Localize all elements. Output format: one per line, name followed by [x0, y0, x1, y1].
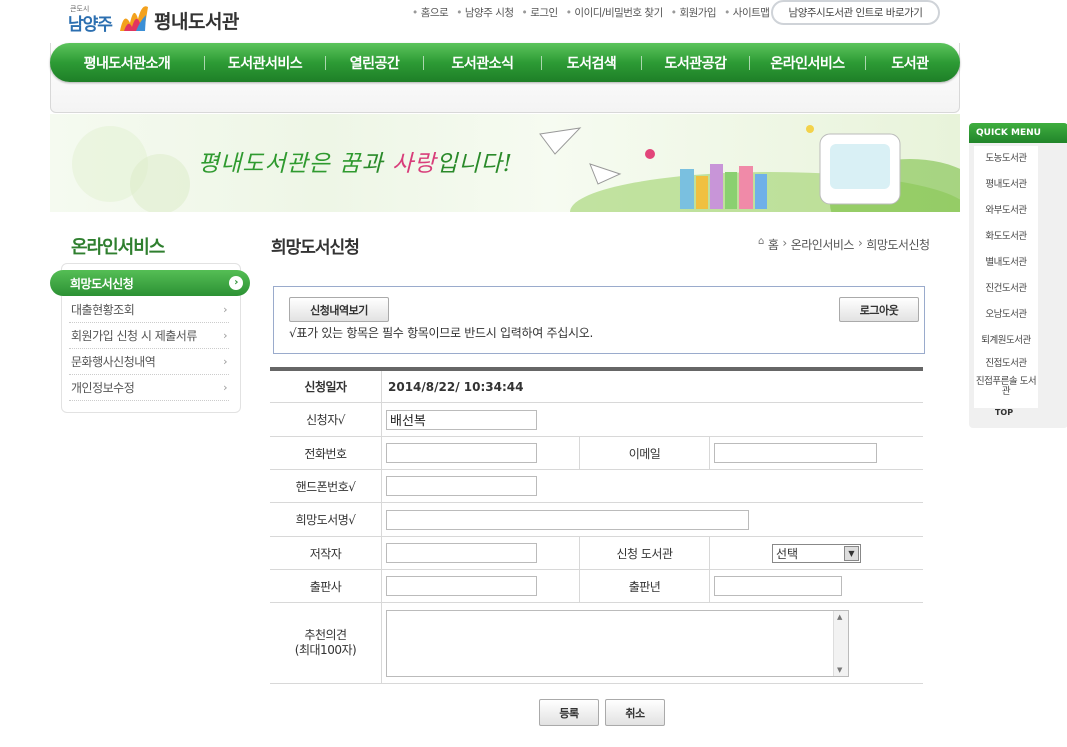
- lnb-item-event-history[interactable]: 문화행사신청내역: [69, 349, 229, 375]
- email-input[interactable]: [714, 443, 877, 463]
- quick-item-jinjeop[interactable]: 진접도서관: [974, 354, 1038, 374]
- quick-item-byeollae[interactable]: 별내도서관: [974, 250, 1038, 276]
- opinion-textarea[interactable]: ▲ ▼: [386, 609, 849, 677]
- submit-button[interactable]: 등록: [539, 699, 599, 726]
- opinion-label: 추천의견 (최대100자): [270, 603, 382, 683]
- link-login[interactable]: 로그인: [522, 5, 558, 20]
- lnb-item-loan-status[interactable]: 대출현황조회: [69, 297, 229, 323]
- required-notice: √표가 있는 항목은 필수 항목이므로 반드시 입력하여 주십시오.: [289, 326, 593, 340]
- quick-item-wabu[interactable]: 와부도서관: [974, 198, 1038, 224]
- lnb-item-edit-profile[interactable]: 개인정보수정: [69, 375, 229, 401]
- home-icon: ⌂: [758, 236, 764, 247]
- nav-library-news[interactable]: 도서관소식: [424, 53, 541, 73]
- date-label: 신청일자: [270, 371, 382, 402]
- applicant-input[interactable]: 배선복: [386, 409, 537, 430]
- utility-links: 홈으로 남양주 시청 로그인 이이디/비밀번호 찾기 회원가입 사이트맵: [412, 5, 770, 20]
- quick-item-hwado[interactable]: 화도도서관: [974, 224, 1038, 250]
- breadcrumb-separator: ›: [782, 236, 787, 250]
- logo-swoosh-icon: [120, 6, 148, 31]
- nav-library-service[interactable]: 도서관서비스: [205, 53, 325, 73]
- breadcrumb-online-service[interactable]: 온라인서비스: [791, 236, 855, 253]
- breadcrumb-home[interactable]: 홈: [768, 236, 779, 253]
- link-home[interactable]: 홈으로: [412, 5, 449, 20]
- intro-button[interactable]: 남양주시도서관 인트로 바로가기: [771, 0, 940, 25]
- mobile-label: 핸드폰번호√: [270, 470, 382, 502]
- nav-book-search[interactable]: 도서검색: [542, 53, 641, 73]
- publisher-input[interactable]: [386, 576, 537, 596]
- scroll-up-icon: ▲: [837, 612, 843, 621]
- author-label: 저작자: [270, 537, 382, 569]
- book-title-label: 희망도서명√: [270, 503, 382, 536]
- nav-library-empathy[interactable]: 도서관공감: [642, 53, 749, 73]
- library-select-value: 선택: [776, 546, 799, 561]
- phone-label: 전화번호: [270, 437, 382, 469]
- library-select[interactable]: 선택 ▼: [772, 543, 861, 563]
- quick-item-donong[interactable]: 도농도서관: [974, 146, 1038, 172]
- logout-button[interactable]: 로그아웃: [839, 297, 919, 322]
- city-logo: 큰도시 남양주: [68, 1, 150, 35]
- author-input[interactable]: [386, 543, 537, 563]
- site-logo[interactable]: 큰도시 남양주 평내도서관: [68, 0, 239, 36]
- email-label: 이메일: [580, 437, 710, 469]
- opinion-label-limit: (최대100자): [294, 643, 357, 657]
- link-sitemap[interactable]: 사이트맵: [724, 5, 770, 20]
- library-label: 신청 도서관: [580, 537, 710, 569]
- logo-city-text: 남양주: [68, 15, 113, 35]
- lnb-item-join-documents[interactable]: 회원가입 신청 시 제출서류: [69, 323, 229, 349]
- quick-menu-title: QUICK MENU: [969, 123, 1067, 143]
- chevron-down-icon: ▼: [844, 545, 859, 561]
- main-banner: 평내도서관은 꿈과 사랑입니다!: [50, 114, 960, 212]
- date-value: 2014/8/22/ 10:34:44: [388, 379, 524, 394]
- scroll-down-icon: ▼: [837, 665, 843, 674]
- cancel-button[interactable]: 취소: [605, 699, 665, 726]
- phone-input[interactable]: [386, 443, 537, 463]
- top-button[interactable]: TOP: [969, 408, 1039, 417]
- year-label: 출판년: [580, 570, 710, 602]
- quick-menu: QUICK MENU 도농도서관 평내도서관 와부도서관 화도도서관 별내도서관…: [969, 123, 1067, 428]
- nav-library[interactable]: 도서관: [866, 53, 954, 73]
- applicant-label: 신청자√: [270, 403, 382, 436]
- quick-item-jingeon[interactable]: 진건도서관: [974, 276, 1038, 302]
- opinion-label-main: 추천의견: [304, 628, 347, 642]
- quick-menu-list: 도농도서관 평내도서관 와부도서관 화도도서관 별내도서관 진건도서관 오남도서…: [974, 146, 1038, 408]
- banner-slogan: 평내도서관은 꿈과 사랑입니다!: [198, 151, 513, 177]
- hope-book-form: 신청일자 2014/8/22/ 10:34:44 신청자√ 배선복 전화번호 이…: [270, 367, 923, 684]
- lnb-item-hope-book[interactable]: 희망도서신청 ›: [50, 270, 250, 296]
- quick-item-jinjeop-pureunsol[interactable]: 진접푸른솔 도서관: [974, 374, 1038, 400]
- mobile-input[interactable]: [386, 476, 537, 496]
- link-join[interactable]: 회원가입: [671, 5, 716, 20]
- breadcrumb-current: 희망도서신청: [866, 238, 930, 252]
- nav-online-service[interactable]: 온라인서비스: [750, 53, 865, 73]
- breadcrumb: ⌂ 홈 › 온라인서비스 › 희망도서신청: [758, 236, 930, 253]
- lnb-title: 온라인서비스: [71, 237, 165, 258]
- history-button[interactable]: 신청내역보기: [289, 297, 389, 322]
- link-city-hall[interactable]: 남양주 시청: [456, 5, 514, 20]
- main-navigation: 평내도서관소개 도서관서비스 열린공간 도서관소식 도서검색 도서관공감 온라인…: [50, 43, 960, 82]
- book-title-input[interactable]: [386, 509, 749, 530]
- publisher-label: 출판사: [270, 570, 382, 602]
- nav-open-space[interactable]: 열린공간: [326, 53, 423, 73]
- quick-item-toegyewon[interactable]: 퇴계원도서관: [974, 328, 1038, 354]
- textarea-scrollbar[interactable]: ▲ ▼: [833, 610, 848, 676]
- link-find-id-pw[interactable]: 이이디/비밀번호 찾기: [566, 5, 663, 20]
- chevron-right-icon: ›: [229, 276, 243, 290]
- page-title: 희망도서신청: [271, 238, 360, 258]
- quick-item-pyeongnae[interactable]: 평내도서관: [974, 172, 1038, 198]
- nav-library-intro[interactable]: 평내도서관소개: [50, 53, 204, 73]
- quick-item-onam[interactable]: 오남도서관: [974, 302, 1038, 328]
- lnb-list: 대출현황조회 회원가입 신청 시 제출서류 문화행사신청내역 개인정보수정: [69, 297, 229, 401]
- lnb-active-label: 희망도서신청: [70, 276, 134, 291]
- breadcrumb-separator: ›: [857, 236, 863, 250]
- year-input[interactable]: [714, 576, 842, 596]
- library-name: 평내도서관: [154, 10, 239, 33]
